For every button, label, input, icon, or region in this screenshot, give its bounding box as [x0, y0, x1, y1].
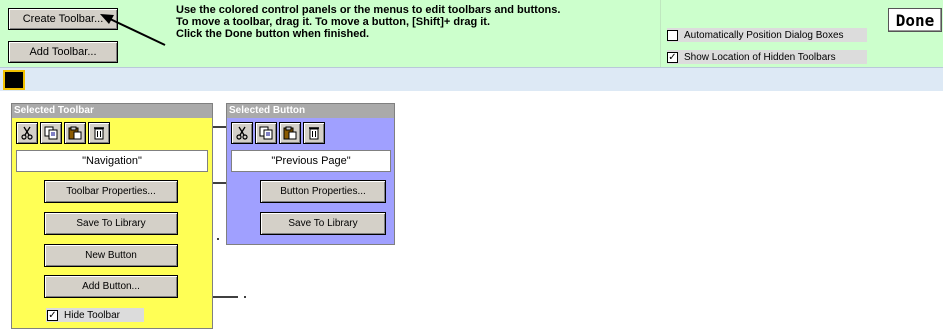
button-properties-button[interactable]: Button Properties... — [260, 180, 386, 203]
hide-toolbar-option[interactable]: ✓ Hide Toolbar — [46, 308, 144, 322]
auto-position-option[interactable]: Automatically Position Dialog Boxes — [667, 28, 867, 42]
selected-button-title: Selected Button — [227, 104, 394, 118]
options-panel: Automatically Position Dialog Boxes ✓ Sh… — [660, 0, 943, 67]
button-save-to-library-button[interactable]: Save To Library — [260, 212, 386, 235]
done-button[interactable]: Done — [888, 8, 942, 32]
instruction-line: To move a toolbar, drag it. To move a bu… — [176, 16, 491, 28]
add-button-button[interactable]: Add Button... — [44, 275, 178, 298]
selected-button-panel: Selected Button "Previous Page" Button P… — [226, 103, 395, 245]
instruction-line: Click the Done button when finished. — [176, 28, 370, 40]
new-button-button[interactable]: New Button — [44, 244, 178, 267]
toolbar-name-field[interactable]: "Navigation" — [16, 150, 208, 172]
show-hidden-toolbars-label: Show Location of Hidden Toolbars — [684, 51, 836, 63]
instructions-text: Use the colored control panels or the me… — [176, 4, 676, 40]
hide-toolbar-checkbox[interactable]: ✓ — [47, 309, 58, 321]
button-edit-icons — [231, 122, 325, 144]
auto-position-label: Automatically Position Dialog Boxes — [684, 29, 844, 41]
color-swatch[interactable] — [3, 70, 25, 90]
instruction-line: Use the colored control panels or the me… — [176, 4, 561, 16]
selected-toolbar-title: Selected Toolbar — [12, 104, 212, 118]
toolbar-save-to-library-button[interactable]: Save To Library — [44, 212, 178, 235]
paste-icon[interactable] — [279, 122, 301, 144]
trash-icon[interactable] — [88, 122, 110, 144]
selected-toolbar-panel: Selected Toolbar "Navigation" Toolbar Pr… — [11, 103, 213, 329]
trash-icon[interactable] — [303, 122, 325, 144]
copy-icon[interactable] — [40, 122, 62, 144]
show-hidden-toolbars-checkbox[interactable]: ✓ — [667, 51, 678, 63]
cut-icon[interactable] — [16, 122, 38, 144]
copy-icon[interactable] — [255, 122, 277, 144]
show-hidden-toolbars-option[interactable]: ✓ Show Location of Hidden Toolbars — [667, 50, 867, 64]
button-name-field[interactable]: "Previous Page" — [231, 150, 391, 172]
toolbar-edit-icons — [16, 122, 110, 144]
create-toolbar-button[interactable]: Create Toolbar... — [8, 8, 118, 30]
paste-icon[interactable] — [64, 122, 86, 144]
add-toolbar-button[interactable]: Add Toolbar... — [8, 41, 118, 63]
hide-toolbar-label: Hide Toolbar — [64, 309, 120, 321]
control-band: Create Toolbar... Add Toolbar... Use the… — [0, 0, 943, 67]
auto-position-checkbox[interactable] — [667, 29, 678, 41]
toolbar-strip — [0, 67, 943, 91]
toolbar-properties-button[interactable]: Toolbar Properties... — [44, 180, 178, 203]
cut-icon[interactable] — [231, 122, 253, 144]
